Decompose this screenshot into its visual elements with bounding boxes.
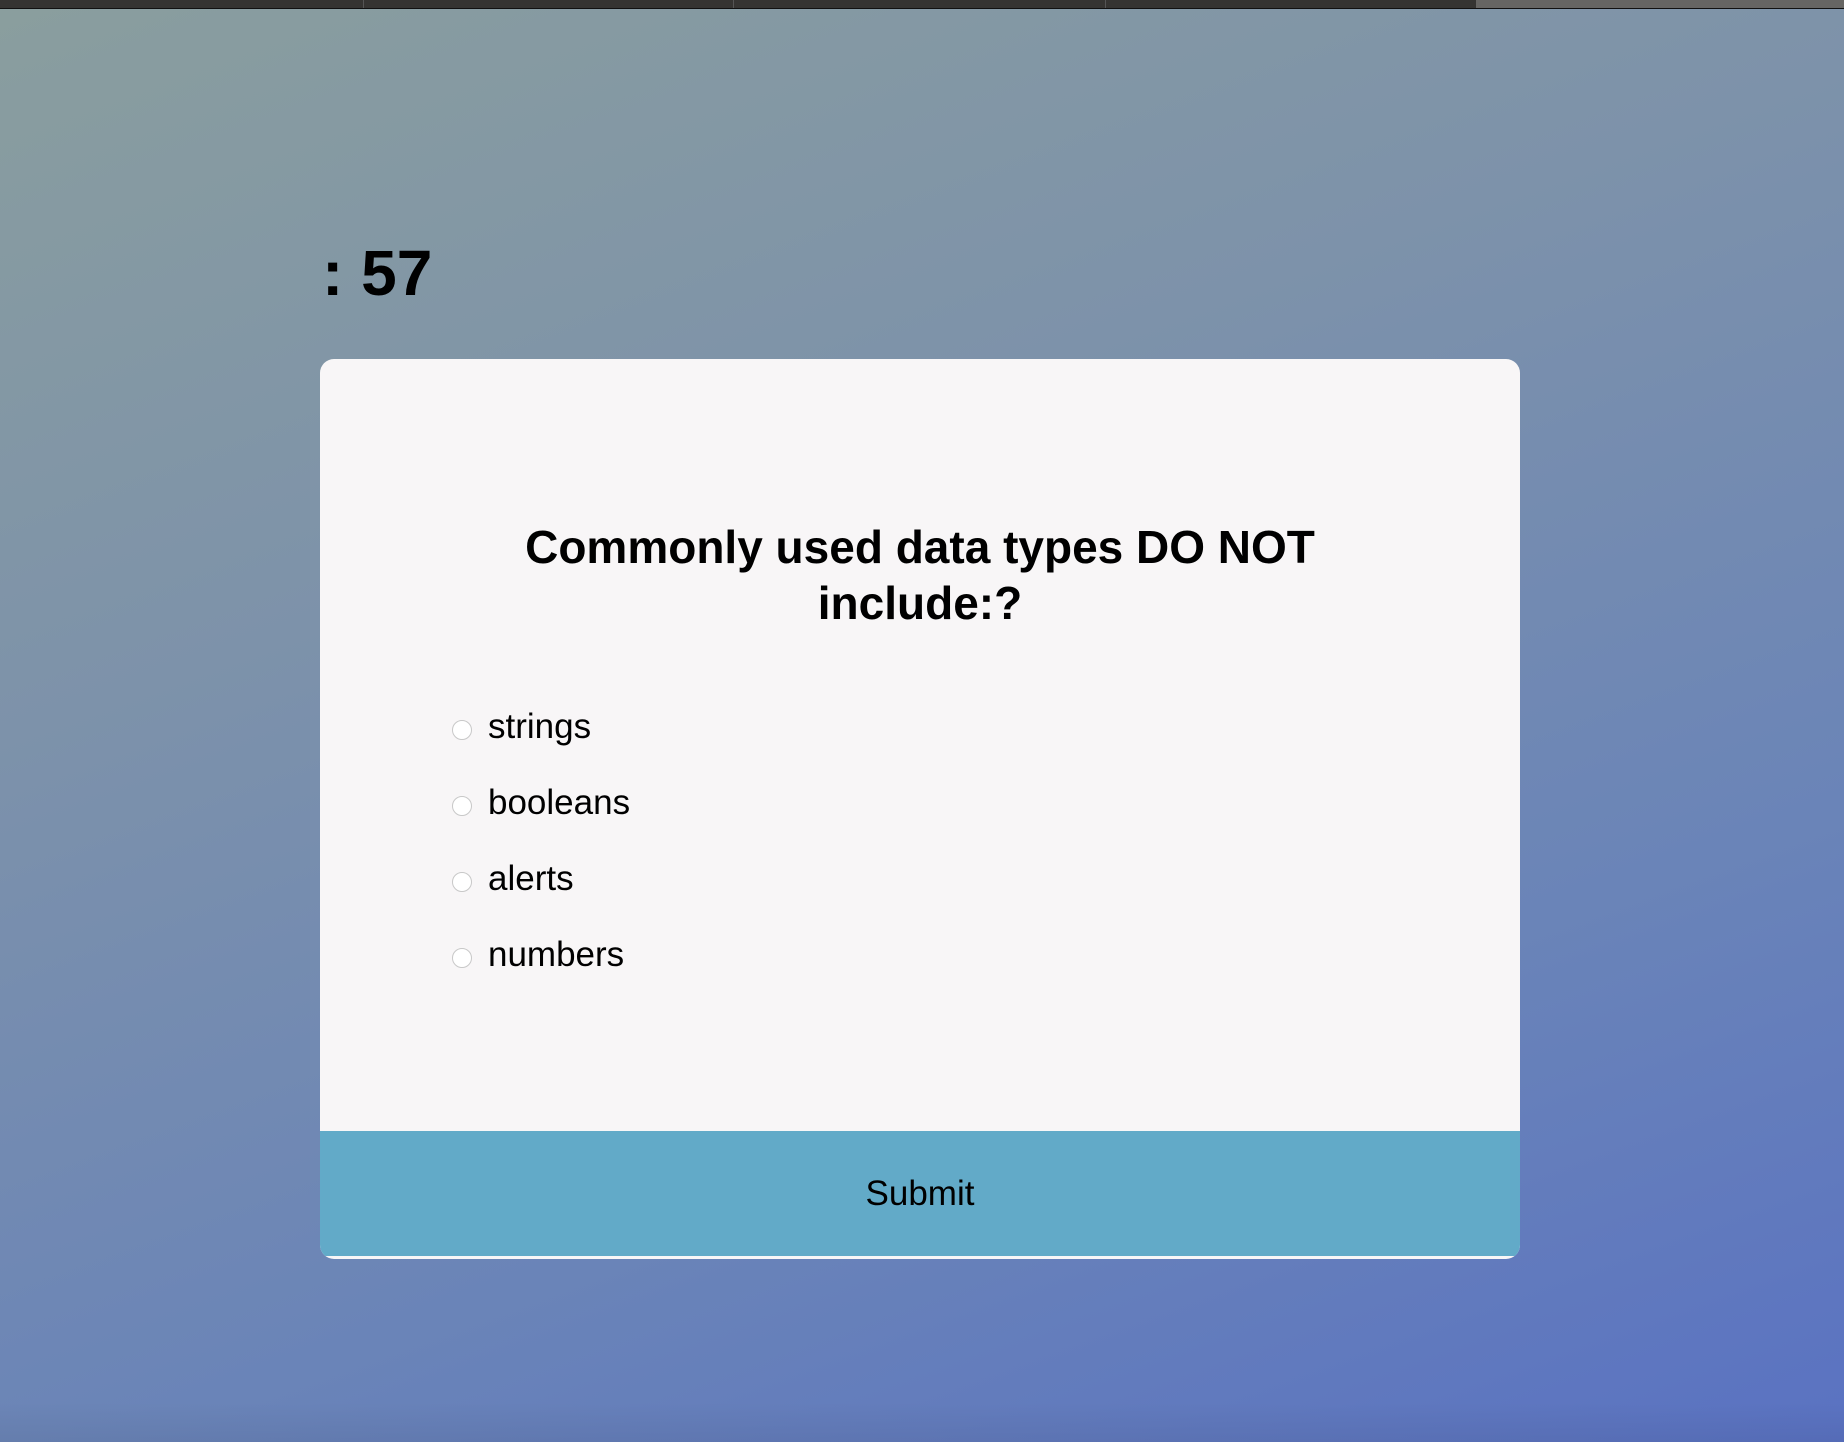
browser-tab-bar (0, 0, 1844, 9)
submit-button[interactable]: Submit (320, 1131, 1520, 1256)
answer-option[interactable]: numbers (452, 917, 630, 993)
answer-label: numbers (488, 935, 625, 974)
radio-button[interactable] (452, 948, 472, 968)
answer-option[interactable]: booleans (452, 765, 630, 841)
answer-label: strings (488, 707, 592, 746)
radio-button[interactable] (452, 796, 472, 816)
radio-button[interactable] (452, 872, 472, 892)
answer-label: alerts (488, 859, 574, 898)
bottom-shade (0, 1402, 1844, 1442)
tab-divider (363, 0, 364, 8)
timer: : 57 (322, 237, 433, 309)
question-text: Commonly used data types DO NOT include:… (525, 521, 1315, 629)
answer-label: booleans (488, 783, 631, 822)
tab-divider (733, 0, 734, 8)
answer-options: strings booleans alerts numbers (452, 689, 630, 993)
tab-divider (1105, 0, 1106, 8)
radio-button[interactable] (452, 720, 472, 740)
answer-option[interactable]: alerts (452, 841, 630, 917)
active-tab[interactable] (1476, 0, 1844, 8)
answer-option[interactable]: strings (452, 689, 630, 765)
quiz-card: Commonly used data types DO NOT include:… (320, 359, 1520, 1259)
